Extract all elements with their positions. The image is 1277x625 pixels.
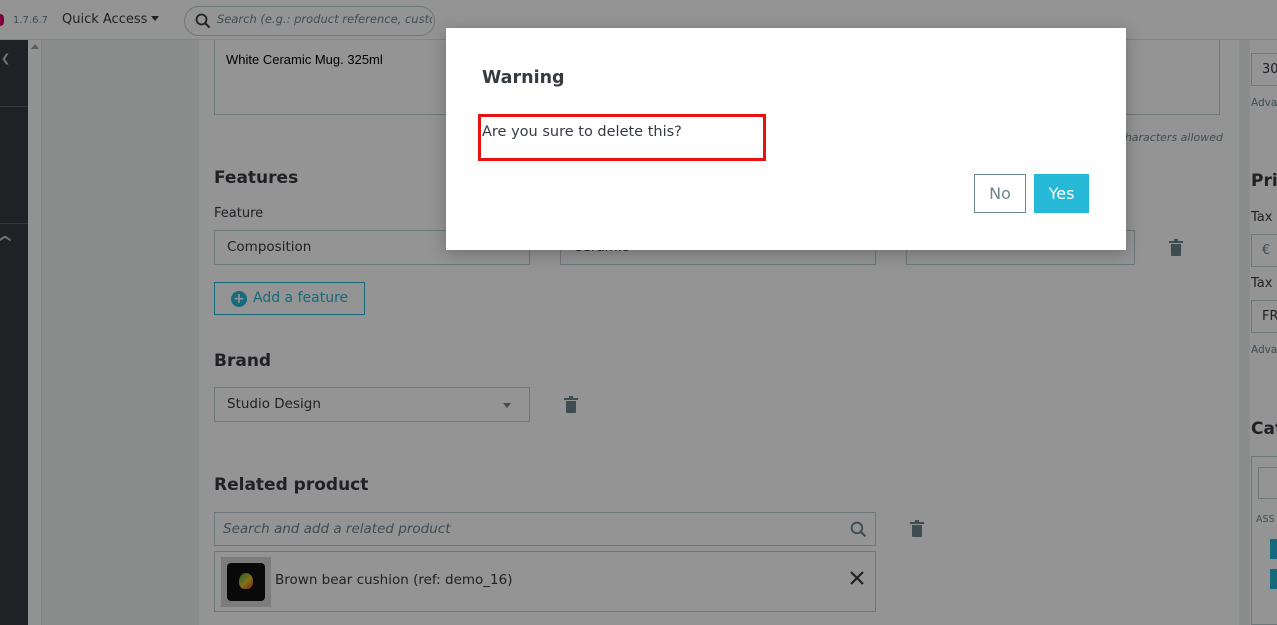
dialog-title: Warning [482,68,565,88]
highlight-box [478,114,766,161]
yes-button[interactable]: Yes [1034,174,1089,213]
no-button[interactable]: No [974,174,1026,213]
warning-dialog: Warning Are you sure to delete this? No … [446,28,1126,250]
